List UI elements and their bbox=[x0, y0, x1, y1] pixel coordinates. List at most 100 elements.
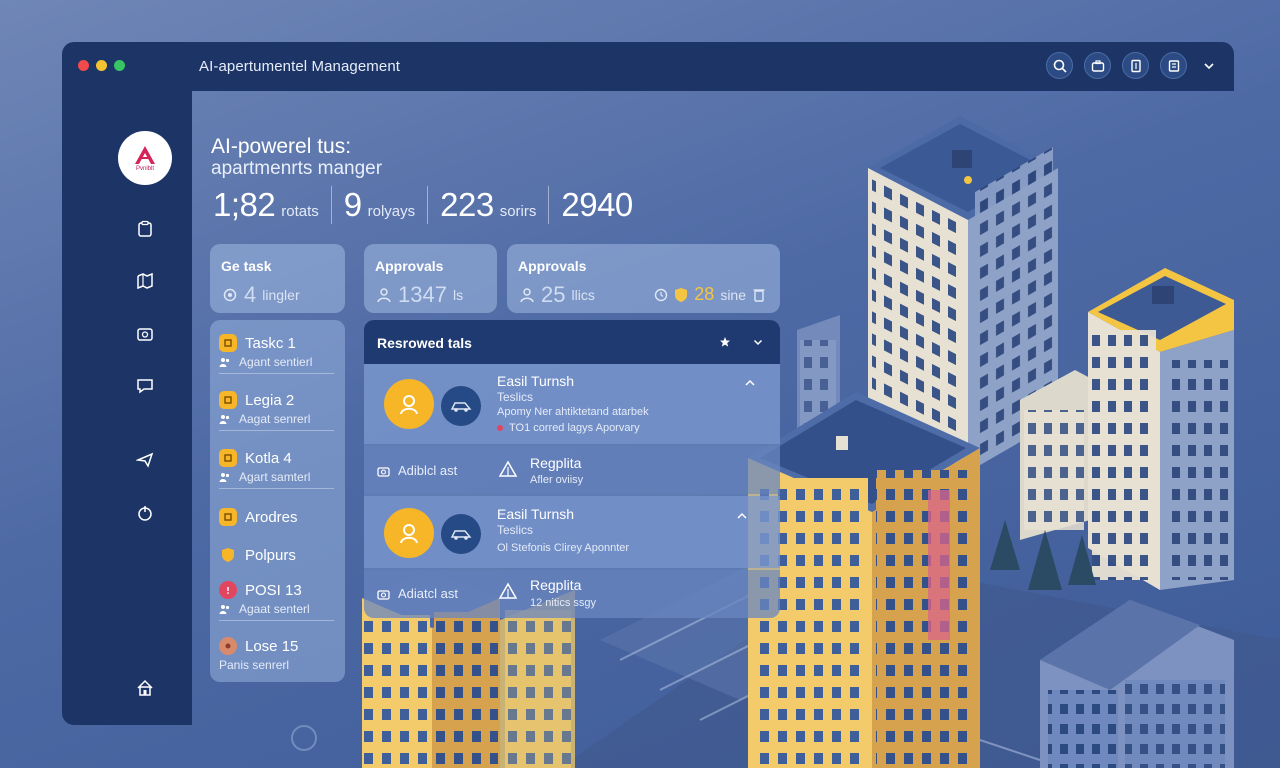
entry-title: Easil Turnsh bbox=[497, 373, 575, 389]
task-icon bbox=[224, 396, 232, 404]
task-assignee: Agart samterl bbox=[239, 470, 311, 484]
reviewed-entry[interactable]: Adiblcl ast Regplita Afler oviisy bbox=[364, 446, 780, 494]
stat-label: sorirs bbox=[499, 203, 537, 220]
user-icon bbox=[520, 288, 534, 303]
task-badge bbox=[219, 334, 237, 352]
sidebar-item-camera[interactable] bbox=[135, 324, 155, 344]
logo-text: Pvnlblt bbox=[135, 165, 154, 172]
list-button[interactable] bbox=[1160, 52, 1187, 79]
document-button[interactable] bbox=[1122, 52, 1149, 79]
app-logo[interactable]: Pvnlblt bbox=[118, 131, 172, 185]
card-approvals-detail[interactable]: Approvals 25 llics 28 sine bbox=[507, 244, 780, 313]
title-bar: AI-apertumentel Management bbox=[62, 42, 1234, 91]
user-icon bbox=[377, 288, 391, 303]
trash-icon[interactable] bbox=[752, 287, 766, 303]
minimize-dot[interactable] bbox=[96, 60, 107, 71]
list-item[interactable]: Kotla 4 Agart samterl bbox=[219, 449, 334, 489]
panel-header: Resrowed tals bbox=[364, 320, 780, 364]
alert-dot-icon bbox=[497, 425, 503, 431]
chevron-down-icon bbox=[753, 339, 763, 345]
chevron-down-icon bbox=[1204, 62, 1214, 69]
task-assignee: Panis senrerl bbox=[219, 658, 290, 672]
avatar bbox=[384, 508, 434, 558]
card-extra-unit: sine bbox=[720, 286, 746, 303]
card-approvals[interactable]: Approvals 1347 ls bbox=[364, 244, 497, 313]
entry-note-text: TO1 corred lagys Aporvary bbox=[509, 422, 640, 434]
sidebar-item-map[interactable] bbox=[135, 271, 155, 291]
chat-icon bbox=[137, 379, 153, 394]
search-button[interactable] bbox=[1046, 52, 1073, 79]
shield-icon bbox=[222, 548, 234, 562]
sidebar-item-clipboard[interactable] bbox=[135, 219, 155, 239]
stat-item: 2940 bbox=[548, 186, 650, 224]
card-value-row: 1347 ls bbox=[376, 282, 463, 308]
list-item[interactable]: POSI 13 Agaat senterl bbox=[219, 581, 334, 621]
sidebar-item-home[interactable] bbox=[135, 678, 155, 698]
send-icon bbox=[136, 452, 154, 468]
triangle-icon bbox=[498, 460, 518, 477]
task-icon bbox=[224, 513, 232, 521]
list-item[interactable]: Lose 15 Panis senrerl bbox=[219, 637, 334, 676]
avatar bbox=[441, 386, 481, 426]
card-get-task[interactable]: Ge task 4 lingler bbox=[210, 244, 345, 313]
people-icon bbox=[219, 473, 230, 482]
reviewed-entry[interactable]: Adiatcl ast Regplita 12 nitics ssgy bbox=[364, 570, 780, 618]
entry-description: Apomy Ner ahtiktetand atarbek bbox=[497, 406, 649, 418]
task-assignee: Agant sentierl bbox=[239, 355, 313, 369]
task-name: Arodres bbox=[245, 508, 298, 526]
list-item[interactable]: Arodres bbox=[219, 506, 334, 526]
entry-collapse-button[interactable] bbox=[742, 375, 758, 391]
entry-label-row: Adiatcl ast bbox=[377, 586, 458, 601]
task-name: Polpurs bbox=[245, 546, 296, 564]
task-badge bbox=[219, 449, 237, 467]
task-name: Legia 2 bbox=[245, 391, 295, 409]
entry-collapse-button[interactable] bbox=[734, 508, 750, 524]
sidebar: Pvnlblt bbox=[62, 91, 192, 725]
favorite-button[interactable] bbox=[714, 331, 736, 353]
panel-collapse-button[interactable] bbox=[747, 331, 769, 353]
entry-subtitle: Afler oviisy bbox=[530, 474, 584, 486]
list-item[interactable]: Taskc 1 Agant sentierl bbox=[219, 334, 334, 374]
people-icon bbox=[219, 358, 230, 367]
card-value-row: 4 lingler bbox=[222, 282, 300, 308]
chevron-up-icon bbox=[745, 379, 755, 386]
stat-item: 9 rolyays bbox=[330, 186, 427, 224]
entry-subtitle: Teslics bbox=[497, 523, 534, 537]
task-assignee: Agaat senterl bbox=[239, 602, 310, 616]
stat-label: rolyays bbox=[367, 203, 416, 220]
sidebar-item-send[interactable] bbox=[135, 450, 155, 470]
car-icon bbox=[450, 530, 472, 540]
task-icon bbox=[224, 339, 232, 347]
card-unit: ls bbox=[452, 287, 464, 303]
chevron-up-icon bbox=[737, 512, 747, 519]
briefcase-button[interactable] bbox=[1084, 52, 1111, 79]
triangle-icon bbox=[498, 582, 518, 599]
top-actions bbox=[1046, 52, 1220, 79]
avatar bbox=[441, 514, 481, 554]
task-badge bbox=[219, 546, 237, 564]
list-item[interactable]: Legia 2 Aagat senrerl bbox=[219, 391, 334, 431]
sidebar-item-power[interactable] bbox=[135, 503, 155, 523]
home-icon bbox=[137, 679, 153, 696]
reviewed-entry[interactable]: Easil Turnsh Teslics Ol Stefonis Clirey … bbox=[364, 496, 780, 568]
dot-icon bbox=[225, 643, 231, 649]
stat-value: 1;82 bbox=[213, 186, 276, 223]
card-title: Approvals bbox=[518, 258, 587, 274]
account-menu-button[interactable] bbox=[1198, 52, 1220, 79]
reviewed-entry[interactable]: Easil Turnsh Teslics Apomy Ner ahtikteta… bbox=[364, 364, 780, 444]
list-icon bbox=[1168, 59, 1179, 72]
close-dot[interactable] bbox=[78, 60, 89, 71]
sidebar-item-chat[interactable] bbox=[135, 376, 155, 396]
list-item[interactable]: Polpurs bbox=[219, 544, 334, 564]
window-title: AI-apertumentel Management bbox=[199, 58, 401, 75]
entry-title: Easil Turnsh bbox=[497, 506, 575, 522]
reviewed-panel: Resrowed tals Easil Turnsh Teslics Apomy… bbox=[364, 320, 780, 618]
document-icon bbox=[1130, 59, 1141, 72]
maximize-dot[interactable] bbox=[114, 60, 125, 71]
card-value: 4 bbox=[244, 282, 257, 307]
task-badge bbox=[219, 581, 237, 599]
task-assignee: Aagat senrerl bbox=[239, 412, 311, 426]
user-icon bbox=[400, 524, 418, 544]
card-value: 1347 bbox=[398, 282, 447, 307]
page-title-line2: apartmenrts manger bbox=[211, 158, 383, 179]
